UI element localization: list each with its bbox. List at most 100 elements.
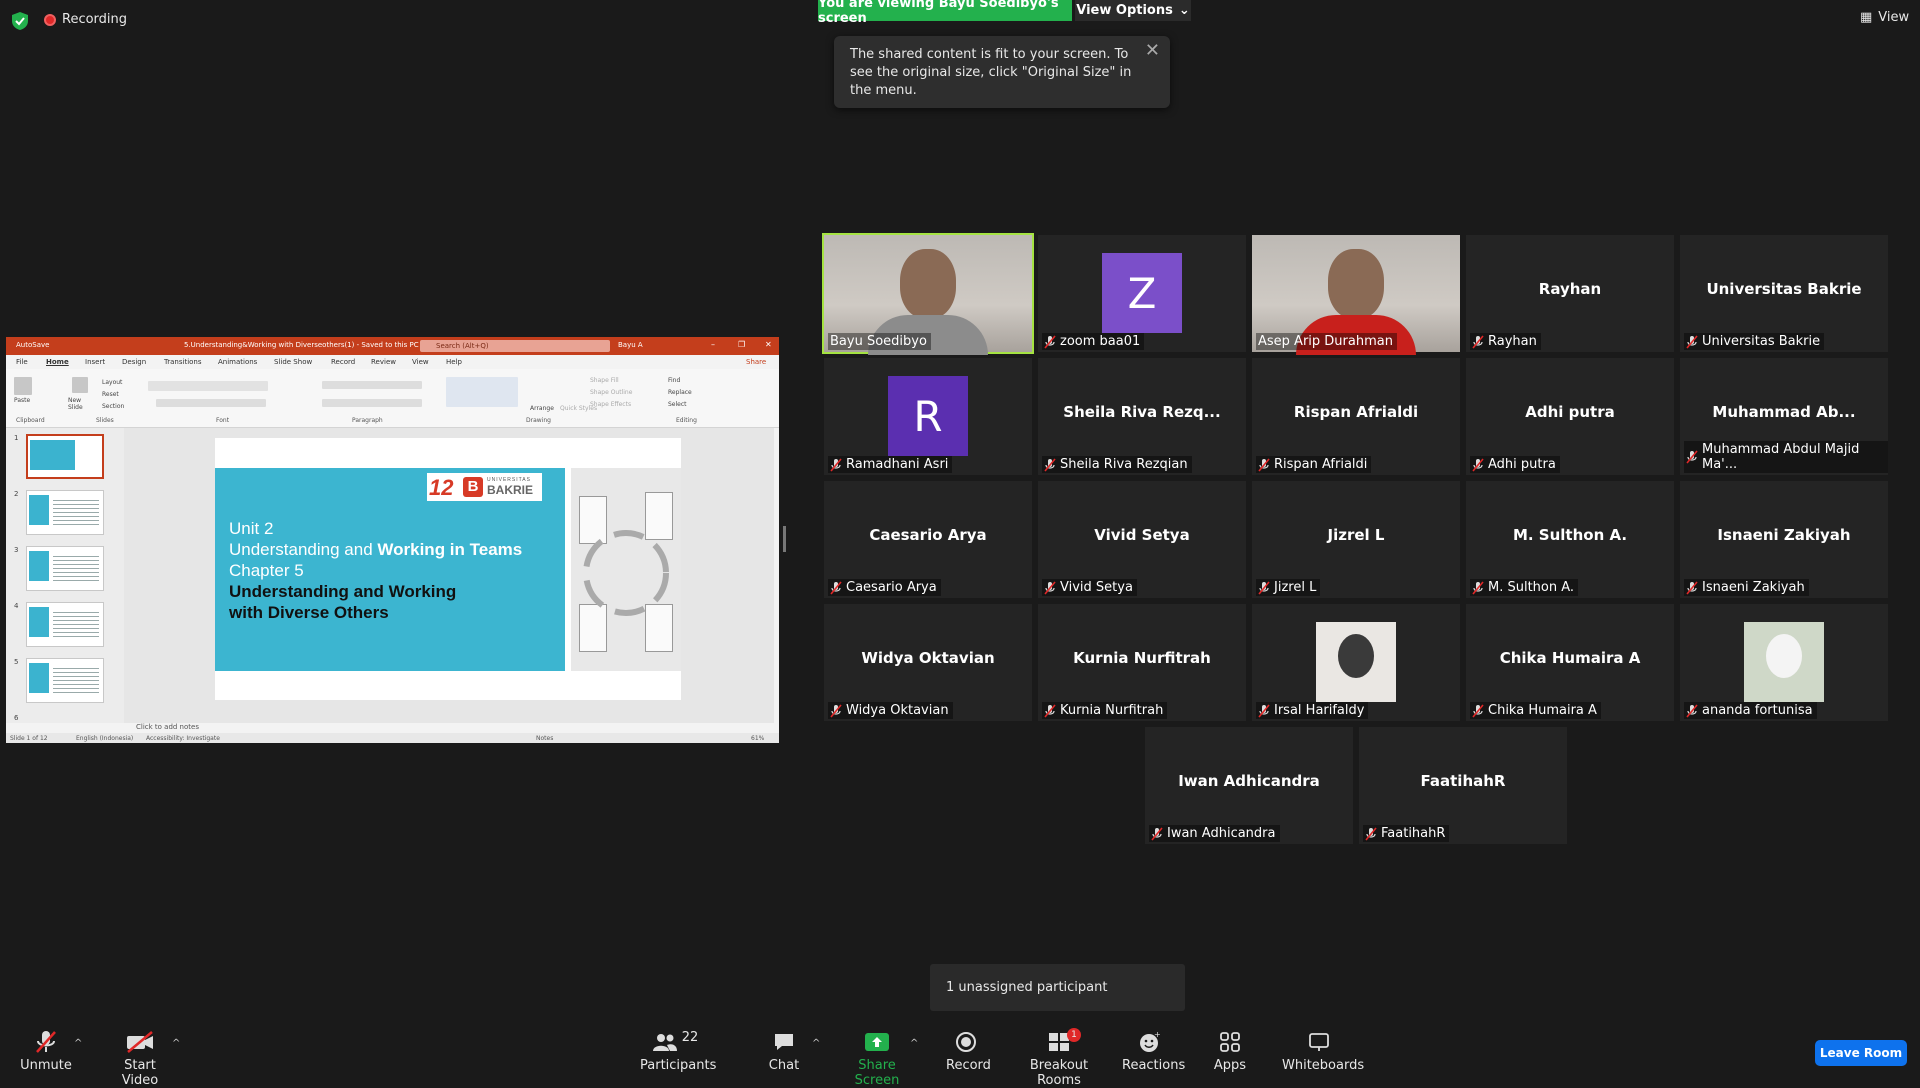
participant-tile[interactable]: Universitas Bakrie Universitas Bakrie — [1680, 235, 1888, 352]
tab-review[interactable]: Review — [371, 358, 396, 366]
participant-name-bar: Adhi putra — [1470, 456, 1560, 473]
new-slide-button[interactable]: New Slide — [68, 397, 92, 411]
participant-tile[interactable]: Bayu Soedibyo — [822, 233, 1034, 355]
paste-button[interactable]: Paste — [14, 397, 30, 404]
tab-transitions[interactable]: Transitions — [164, 358, 202, 366]
participant-tile[interactable]: Irsal Harifaldy — [1252, 604, 1460, 721]
unmute-button[interactable]: Unmute — [18, 1030, 74, 1073]
ppt-search[interactable]: Search (Alt+Q) — [420, 340, 610, 352]
participant-tile[interactable]: Muhammad Ab... Muhammad Abdul Majid Ma'..… — [1680, 358, 1888, 475]
participant-tile[interactable]: Jizrel L Jizrel L — [1252, 481, 1460, 598]
participant-tile[interactable]: Iwan Adhicandra Iwan Adhicandra — [1145, 727, 1353, 844]
tab-insert[interactable]: Insert — [85, 358, 105, 366]
participant-name: Muhammad Abdul Majid Ma'... — [1702, 442, 1860, 472]
ppt-ribbon: Paste New Slide Layout Reset Section Arr… — [6, 369, 779, 428]
reset-button[interactable]: Reset — [102, 391, 119, 398]
arrange-button[interactable]: Arrange — [530, 405, 554, 412]
tab-record[interactable]: Record — [331, 358, 355, 366]
shared-screen[interactable]: AutoSave 5.Understanding&Working with Di… — [6, 337, 779, 743]
share-screen-button[interactable]: Share Screen — [840, 1030, 914, 1088]
start-video-button[interactable]: Start Video — [104, 1030, 176, 1088]
tab-slide-show[interactable]: Slide Show — [274, 358, 312, 366]
tab-view[interactable]: View — [412, 358, 429, 366]
participant-tile[interactable]: Widya Oktavian Widya Oktavian — [824, 604, 1032, 721]
participant-tile[interactable]: Isnaeni Zakiyah Isnaeni Zakiyah — [1680, 481, 1888, 598]
apps-button[interactable]: Apps — [1210, 1030, 1250, 1073]
shield-icon[interactable] — [12, 12, 28, 30]
font-family-select[interactable] — [148, 381, 268, 391]
restore-icon[interactable]: ❐ — [738, 340, 745, 349]
whiteboards-button[interactable]: Whiteboards — [1282, 1030, 1364, 1073]
tab-animations[interactable]: Animations — [218, 358, 257, 366]
audio-options-caret-icon[interactable]: ^ — [74, 1038, 82, 1049]
participant-tile[interactable]: Rispan Afrialdi Rispan Afrialdi — [1252, 358, 1460, 475]
tab-home[interactable]: Home — [46, 358, 69, 366]
share-options-caret-icon[interactable]: ^ — [910, 1038, 918, 1049]
resize-handle[interactable] — [783, 526, 786, 552]
ppt-user[interactable]: Bayu A — [618, 341, 643, 349]
participant-tile[interactable]: Chika Humaira A Chika Humaira A — [1466, 604, 1674, 721]
font-format-icons[interactable] — [156, 399, 266, 407]
mic-muted-icon — [1258, 580, 1270, 595]
participants-button[interactable]: 22 Participants — [640, 1030, 716, 1074]
slide-thumbnail[interactable] — [26, 490, 104, 535]
participant-tile[interactable]: ananda fortunisa — [1680, 604, 1888, 721]
shape-outline-button[interactable]: Shape Outline — [590, 389, 632, 396]
participant-tile[interactable]: Asep Arip Durahman — [1252, 235, 1460, 355]
slide-thumbnail[interactable] — [26, 602, 104, 647]
slide-editor[interactable]: 12 B UNIVERSITAS BAKRIE Unit 2 Understan… — [124, 428, 774, 723]
record-button[interactable]: Record — [946, 1030, 991, 1073]
participant-tile[interactable]: FaatihahR FaatihahR — [1359, 727, 1567, 844]
zoom-level[interactable]: 61% — [751, 735, 764, 742]
breakout-rooms-button[interactable]: 1 Breakout Rooms — [1014, 1028, 1104, 1088]
leave-room-button[interactable]: Leave Room — [1815, 1040, 1907, 1066]
participant-tile[interactable]: Sheila Riva Rezq... Sheila Riva Rezqian — [1038, 358, 1246, 475]
chat-options-caret-icon[interactable]: ^ — [812, 1038, 820, 1049]
share-button[interactable]: Share — [746, 358, 766, 366]
slide-thumbnail[interactable] — [26, 546, 104, 591]
participant-tile[interactable]: M. Sulthon A. M. Sulthon A. — [1466, 481, 1674, 598]
participant-tile[interactable]: Vivid Setya Vivid Setya — [1038, 481, 1246, 598]
reactions-button[interactable]: + Reactions — [1122, 1030, 1185, 1073]
paragraph-icons[interactable] — [322, 381, 422, 389]
minimize-icon[interactable]: – — [711, 340, 715, 349]
tab-design[interactable]: Design — [122, 358, 146, 366]
shape-fill-button[interactable]: Shape Fill — [590, 377, 619, 384]
participant-tile[interactable]: Caesario Arya Caesario Arya — [824, 481, 1032, 598]
current-slide[interactable]: 12 B UNIVERSITAS BAKRIE Unit 2 Understan… — [215, 438, 681, 700]
find-button[interactable]: Find — [668, 377, 680, 384]
autosave-label[interactable]: AutoSave — [16, 341, 49, 349]
layout-button[interactable]: Layout — [102, 379, 122, 386]
video-options-caret-icon[interactable]: ^ — [172, 1038, 180, 1049]
shape-effects-button[interactable]: Shape Effects — [590, 401, 631, 408]
accessibility[interactable]: Accessibility: Investigate — [146, 735, 220, 742]
select-button[interactable]: Select — [668, 401, 687, 408]
view-options-button[interactable]: View Options ⌄ — [1075, 0, 1191, 21]
unassigned-popup[interactable]: 1 unassigned participant — [930, 964, 1185, 1011]
align-icons[interactable] — [322, 399, 422, 407]
tab-file[interactable]: File — [16, 358, 28, 366]
slide-thumbnails[interactable]: 1 2 3 4 5 6 — [6, 428, 124, 723]
participant-tile[interactable]: R Ramadhani Asri — [824, 358, 1032, 475]
view-button[interactable]: ▦ View — [1860, 10, 1909, 25]
replace-button[interactable]: Replace — [668, 389, 692, 396]
new-slide-icon[interactable] — [72, 377, 88, 393]
chat-button[interactable]: Chat — [766, 1030, 802, 1073]
tab-help[interactable]: Help — [446, 358, 462, 366]
participant-tile[interactable]: Adhi putra Adhi putra — [1466, 358, 1674, 475]
close-icon[interactable]: ✕ — [1145, 40, 1160, 61]
slide-thumbnail[interactable] — [26, 434, 104, 479]
section-button[interactable]: Section — [102, 403, 124, 410]
participant-tile[interactable]: Zzoom baa01 — [1038, 235, 1246, 352]
mic-muted-icon — [18, 1030, 74, 1054]
participant-tile[interactable]: Rayhan Rayhan — [1466, 235, 1674, 352]
participant-tile[interactable]: Kurnia Nurfitrah Kurnia Nurfitrah — [1038, 604, 1246, 721]
notes-toggle[interactable]: Notes — [536, 735, 553, 742]
slide-thumbnail[interactable] — [26, 658, 104, 703]
notes-area[interactable]: Click to add notes — [124, 723, 779, 733]
recording-indicator[interactable]: Recording — [44, 12, 127, 27]
close-window-icon[interactable]: ✕ — [765, 340, 772, 349]
shapes-gallery[interactable] — [446, 377, 518, 407]
logo-number: 12 — [429, 475, 454, 500]
paste-icon[interactable] — [14, 377, 32, 395]
